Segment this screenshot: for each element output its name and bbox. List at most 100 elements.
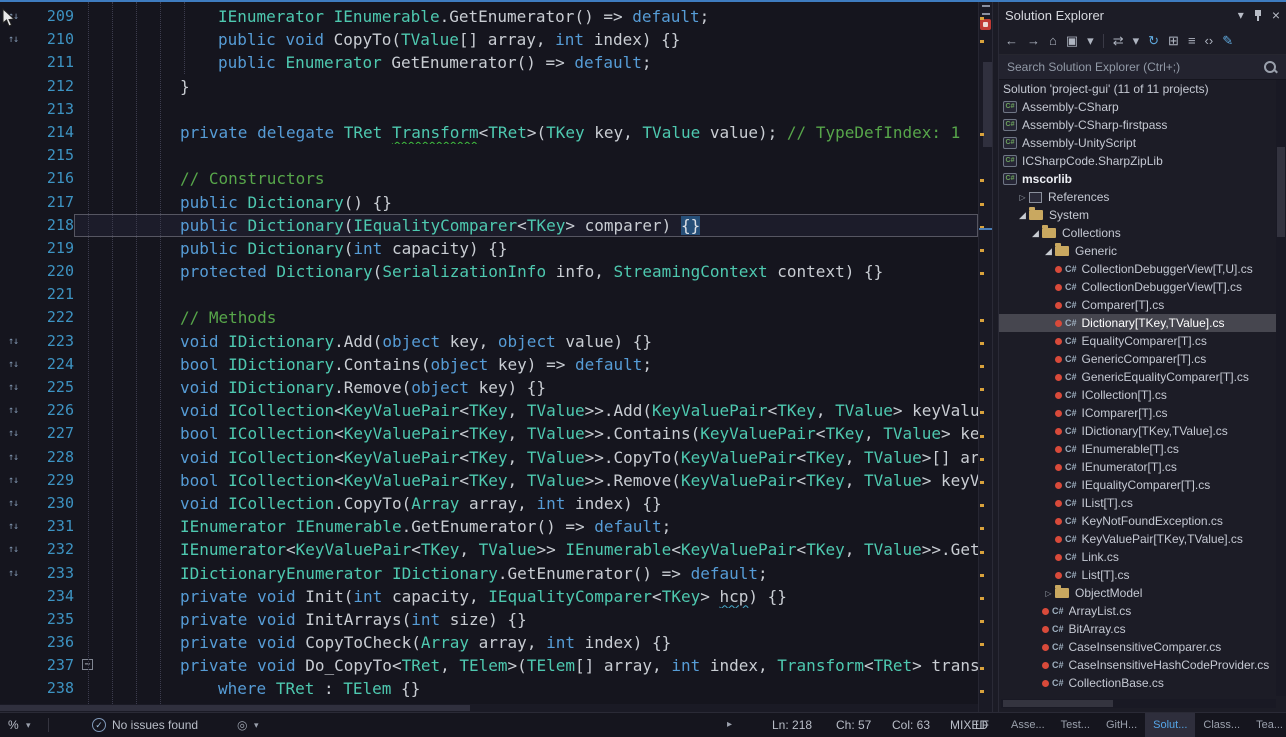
code-line-content[interactable]: // Constructors — [74, 167, 978, 190]
line-number[interactable]: 226 — [26, 399, 74, 422]
back-icon[interactable]: ← — [1005, 28, 1018, 54]
breakpoint-margin[interactable] — [0, 121, 26, 144]
code-line[interactable]: 237−private void Do_CopyTo<TRet, TElem>(… — [0, 654, 978, 677]
member-arrows-icon[interactable]: ↑↓ — [0, 515, 26, 538]
tree-item[interactable]: C#IEnumerator[T].cs — [999, 458, 1276, 476]
member-arrows-icon[interactable]: ↑↓ — [0, 28, 26, 51]
breakpoint-margin[interactable] — [0, 144, 26, 167]
member-arrows-icon[interactable]: ↑↓ — [0, 562, 26, 585]
line-number[interactable]: 224 — [26, 353, 74, 376]
line-number[interactable]: 215 — [26, 144, 74, 167]
code-line[interactable]: 236private void CopyToCheck(Array array,… — [0, 631, 978, 654]
vertical-scrollbar[interactable] — [978, 2, 992, 712]
line-number[interactable]: 238 — [26, 677, 74, 700]
breakpoint-margin[interactable] — [0, 608, 26, 631]
panel-tab[interactable]: Tea... — [1248, 713, 1286, 737]
tree-item[interactable]: C#KeyValuePair[TKey,TValue].cs — [999, 530, 1276, 548]
code-line[interactable]: 216// Constructors — [0, 167, 978, 190]
code-line[interactable]: ↑↓225void IDictionary.Remove(object key)… — [0, 376, 978, 399]
panel-tab[interactable]: Test... — [1053, 713, 1098, 737]
code-line[interactable]: ↑↓228void ICollection<KeyValuePair<TKey,… — [0, 446, 978, 469]
line-number[interactable]: 209 — [26, 5, 74, 28]
code-line-content[interactable]: IDictionaryEnumerator IDictionary.GetEnu… — [74, 562, 978, 585]
tree-item[interactable]: C#IEnumerable[T].cs — [999, 440, 1276, 458]
notifications-icon[interactable]: ◎ — [237, 713, 247, 737]
code-line[interactable]: 235private void InitArrays(int size) {} — [0, 608, 978, 631]
code-line[interactable]: 213 — [0, 98, 978, 121]
code-line[interactable]: ↑↓230void ICollection.CopyTo(Array array… — [0, 492, 978, 515]
expander-collapsed-icon[interactable]: ▷ — [1042, 589, 1055, 598]
tree-item[interactable]: C#List[T].cs — [999, 566, 1276, 584]
tree-item[interactable]: C#ICSharpCode.SharpZipLib — [999, 152, 1276, 170]
tree-item[interactable]: C#Link.cs — [999, 548, 1276, 566]
member-arrows-icon[interactable]: ↑↓ — [0, 446, 26, 469]
sync-with-active-document-icon[interactable]: ⇄ — [1113, 28, 1124, 54]
properties-icon[interactable]: ✎ — [1222, 28, 1233, 54]
line-number[interactable]: 219 — [26, 237, 74, 260]
notifications-caret-icon[interactable]: ▾ — [254, 713, 259, 737]
tree-item[interactable]: C#Assembly-CSharp — [999, 98, 1276, 116]
line-number[interactable]: 233 — [26, 562, 74, 585]
line-number[interactable]: 216 — [26, 167, 74, 190]
code-line[interactable]: 218public Dictionary(IEqualityComparer<T… — [0, 214, 978, 237]
breakpoint-margin[interactable] — [0, 214, 26, 237]
code-line-content[interactable]: IEnumerator IEnumerable.GetEnumerator() … — [74, 515, 978, 538]
code-line-content[interactable]: void ICollection<KeyValuePair<TKey, TVal… — [74, 399, 978, 422]
tree-item[interactable]: C#IComparer[T].cs — [999, 404, 1276, 422]
tree-vertical-scrollbar[interactable] — [1276, 80, 1286, 696]
line-number[interactable]: 211 — [26, 51, 74, 74]
line-number[interactable]: 214 — [26, 121, 74, 144]
line-number[interactable]: 228 — [26, 446, 74, 469]
issues-check-icon[interactable] — [92, 718, 106, 732]
expander-collapsed-icon[interactable]: ▷ — [1016, 193, 1029, 202]
member-arrows-icon[interactable]: ↑↓ — [0, 469, 26, 492]
member-arrows-icon[interactable]: ↑↓ — [0, 538, 26, 561]
line-number[interactable]: 227 — [26, 422, 74, 445]
tree-item[interactable]: Solution 'project-gui' (11 of 11 project… — [999, 80, 1276, 98]
line-number[interactable]: 234 — [26, 585, 74, 608]
code-line[interactable]: ↑↓232IEnumerator<KeyValuePair<TKey, TVal… — [0, 538, 978, 561]
tree-item[interactable]: C#CaseInsensitiveComparer.cs — [999, 638, 1276, 656]
line-number[interactable]: 229 — [26, 469, 74, 492]
member-arrows-icon[interactable]: ↑↓ — [0, 399, 26, 422]
tree-item[interactable]: C#CollectionDebuggerView[T].cs — [999, 278, 1276, 296]
tree-item[interactable]: C#EqualityComparer[T].cs — [999, 332, 1276, 350]
view-code-icon[interactable]: ‹› — [1205, 28, 1214, 54]
splitter-grip-icon[interactable] — [982, 5, 990, 15]
tree-item[interactable]: C#CollectionBase.cs — [999, 674, 1276, 692]
code-line-content[interactable]: void ICollection<KeyValuePair<TKey, TVal… — [74, 446, 978, 469]
line-number[interactable]: 236 — [26, 631, 74, 654]
panel-tab[interactable]: Class... — [1195, 713, 1248, 737]
breakpoint-margin[interactable] — [0, 654, 26, 677]
refresh-icon[interactable]: ↻ — [1148, 28, 1159, 54]
breakpoint-margin[interactable] — [0, 191, 26, 214]
line-number[interactable]: 237 — [26, 654, 74, 677]
expander-expanded-icon[interactable]: ◢ — [1016, 210, 1029, 221]
breakpoint-margin[interactable] — [0, 631, 26, 654]
code-line[interactable]: ↑↓233IDictionaryEnumerator IDictionary.G… — [0, 562, 978, 585]
code-line[interactable]: 214private delegate TRet Transform<TRet>… — [0, 121, 978, 144]
tree-item[interactable]: C#mscorlib — [999, 170, 1276, 188]
line-number[interactable]: 231 — [26, 515, 74, 538]
code-line-content[interactable]: private delegate TRet Transform<TRet>(TK… — [74, 121, 978, 144]
tree-item[interactable]: C#CollectionDebuggerView[T,U].cs — [999, 260, 1276, 278]
tree-item[interactable]: C#Comparer[T].cs — [999, 296, 1276, 314]
breakpoint-margin[interactable] — [0, 237, 26, 260]
code-line[interactable]: ↑↓224bool IDictionary.Contains(object ke… — [0, 353, 978, 376]
line-number[interactable]: 221 — [26, 283, 74, 306]
tree-item[interactable]: ◢System — [999, 206, 1276, 224]
line-number[interactable]: 213 — [26, 98, 74, 121]
member-arrows-icon[interactable]: ↑↓ — [0, 353, 26, 376]
breakpoint-margin[interactable] — [0, 677, 26, 700]
code-line[interactable]: 211public Enumerator GetEnumerator() => … — [0, 51, 978, 74]
member-arrows-icon[interactable]: ↑↓ — [0, 330, 26, 353]
breakpoint-margin[interactable] — [0, 306, 26, 329]
member-arrows-icon[interactable]: ↑↓ — [0, 492, 26, 515]
line-number[interactable]: 232 — [26, 538, 74, 561]
switch-views-icon[interactable]: ▣ — [1066, 28, 1078, 54]
code-line-content[interactable]: public Dictionary() {} — [74, 191, 978, 214]
switch-views-caret-icon[interactable]: ▾ — [1087, 28, 1094, 54]
code-line-content[interactable]: void ICollection.CopyTo(Array array, int… — [74, 492, 978, 515]
code-line-content[interactable] — [74, 98, 978, 121]
code-line[interactable]: 222// Methods — [0, 306, 978, 329]
